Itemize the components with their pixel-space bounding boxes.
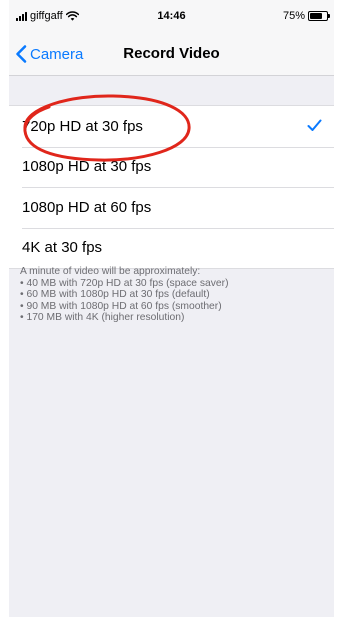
battery-icon: [308, 11, 330, 21]
option-label: 1080p HD at 60 fps: [22, 198, 152, 216]
option-1080p-60fps[interactable]: 1080p HD at 60 fps: [9, 187, 334, 228]
page-title: Record Video: [123, 45, 220, 62]
battery-percent: 75%: [282, 10, 305, 22]
option-label: 4K at 30 fps: [22, 239, 103, 257]
navigation-bar: Camera Record Video: [9, 32, 334, 76]
footer-line: • 60 MB with 1080p HD at 30 fps (default…: [20, 289, 210, 300]
option-4k-30fps[interactable]: 4K at 30 fps: [9, 227, 334, 269]
phone-screen: giffgaff 14:46 75% Camera Record Video 7…: [9, 0, 334, 617]
footer-line: • 90 MB with 1080p HD at 60 fps (smoothe…: [20, 300, 222, 312]
battery-nub: [328, 14, 330, 18]
status-bar: giffgaff 14:46 75%: [9, 0, 334, 32]
checkmark-icon: [307, 119, 322, 131]
status-right: 75%: [282, 10, 330, 22]
footer-note: A minute of video will be approximately:…: [20, 266, 320, 324]
footer-line: • 40 MB with 720p HD at 30 fps (space sa…: [20, 277, 229, 289]
battery-fill: [310, 13, 322, 19]
footer-line: • 170 MB with 4K (higher resolution): [20, 312, 185, 323]
annotation-circle: [23, 94, 191, 162]
footer-intro: A minute of video will be approximately:: [20, 266, 201, 277]
